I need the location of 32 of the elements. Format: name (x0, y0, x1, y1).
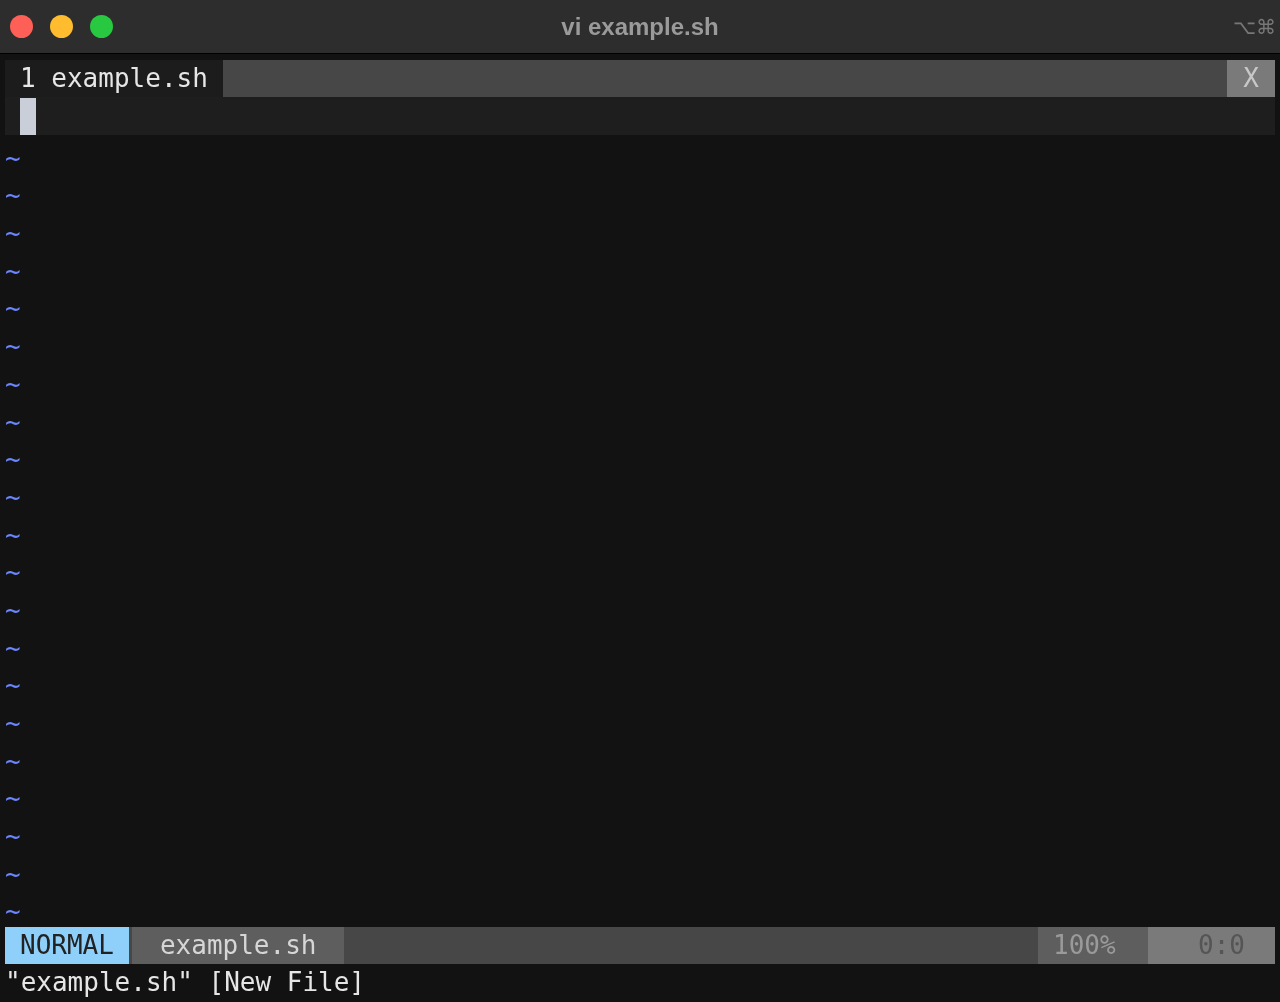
empty-line-marker: ~ (5, 594, 21, 625)
status-file-name: example.sh (131, 927, 345, 965)
scroll-percent: 100% (1038, 927, 1148, 965)
mode-indicator: NORMAL (5, 927, 129, 965)
empty-line-marker: ~ (5, 368, 21, 399)
empty-line-marker: ~ (5, 557, 21, 588)
shortcut-indicator: ⌥⌘ (1233, 14, 1277, 40)
empty-line-marker: ~ (5, 406, 21, 437)
empty-line-marker: ~ (5, 331, 21, 362)
empty-line-marker: ~ (5, 632, 21, 663)
buffer-tab[interactable]: 1 example.sh (5, 60, 223, 97)
text-cursor (20, 97, 36, 135)
empty-line-marker: ~ (5, 708, 21, 738)
minimize-window-button[interactable] (50, 15, 73, 38)
empty-line-marker: ~ (5, 293, 21, 324)
zoom-window-button[interactable] (90, 15, 113, 38)
empty-line-marker: ~ (5, 670, 21, 701)
message-line: "example.sh" [New File] (4, 966, 367, 1000)
window-title: vi example.sh (561, 11, 719, 42)
close-window-button[interactable] (10, 15, 33, 38)
empty-line-marker: ~ (5, 745, 21, 776)
empty-line-marker: ~ (5, 255, 21, 286)
empty-line-marker: ~ (5, 783, 21, 814)
empty-line-marker: ~ (5, 821, 21, 852)
empty-line-marker: ~ (5, 444, 21, 475)
empty-line-marker: ~ (5, 481, 21, 512)
empty-line-marker: ~ (5, 218, 21, 249)
empty-line-marker: ~ (5, 142, 21, 173)
empty-line-marker: ~ (5, 858, 21, 889)
empty-line-marker: ~ (5, 519, 21, 550)
empty-line-marker: ~ (5, 896, 21, 927)
empty-line-marker: ~ (5, 180, 21, 211)
